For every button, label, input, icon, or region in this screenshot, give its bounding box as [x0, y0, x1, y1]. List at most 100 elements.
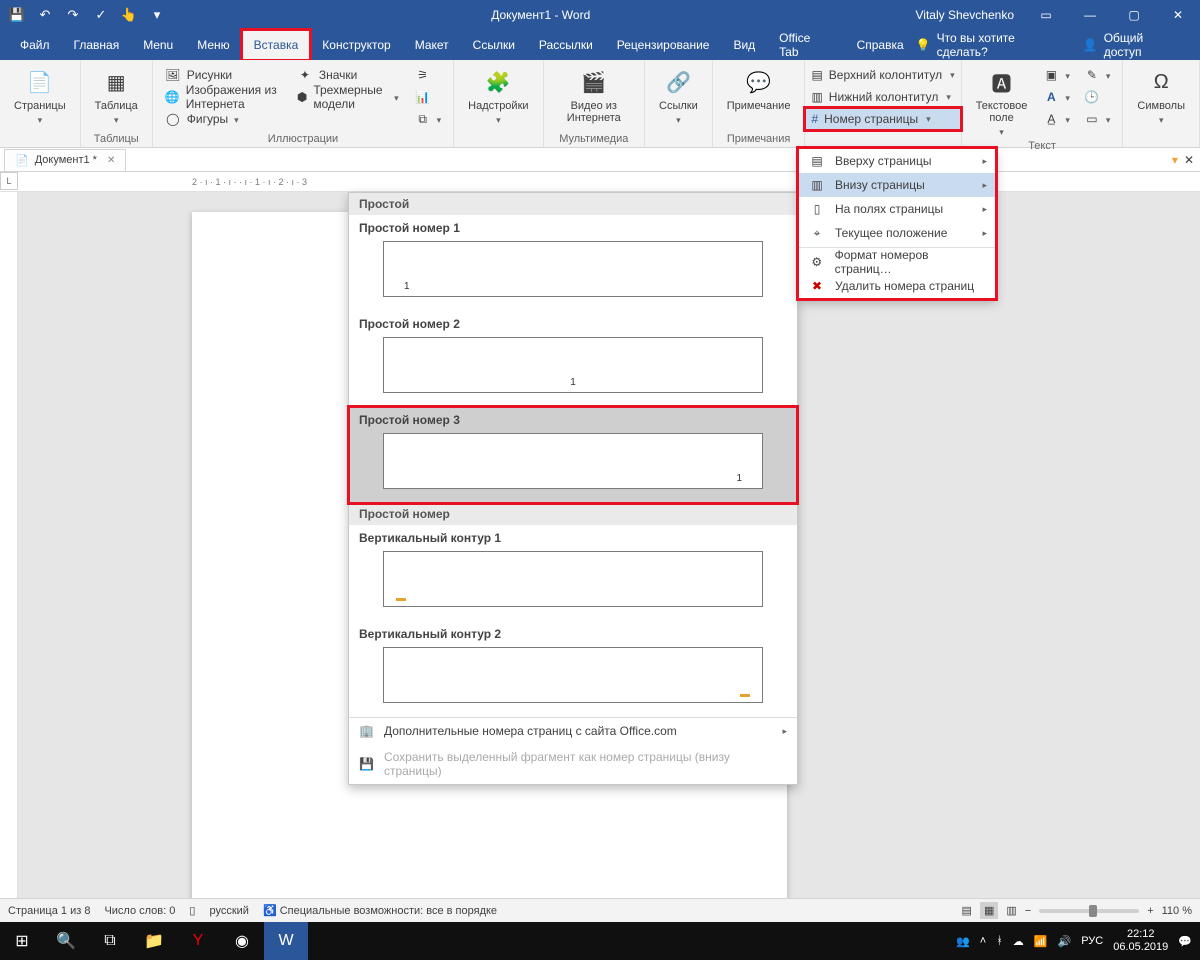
close-tab-icon[interactable]: ✕ — [107, 155, 115, 166]
online-pictures-button[interactable]: 🌐Изображения из Интернета — [161, 86, 285, 108]
3d-models-button[interactable]: ⬢Трехмерные модели — [293, 86, 403, 108]
signature-button[interactable]: ✎ — [1080, 64, 1115, 86]
object-button[interactable]: ▭ — [1080, 108, 1115, 130]
tab-home[interactable]: Главная — [62, 30, 132, 60]
menu-bottom-of-page[interactable]: ▥Внизу страницы▸ — [799, 173, 995, 197]
new-tab-icon[interactable]: ▾ — [1172, 153, 1178, 167]
bluetooth-icon[interactable]: ᚼ — [996, 935, 1003, 947]
ribbon-options-icon[interactable]: ▭ — [1024, 0, 1068, 30]
gallery-item-simple-1[interactable]: Простой номер 1 1 — [349, 215, 797, 311]
tab-menu-en[interactable]: Menu — [131, 30, 185, 60]
touch-mode-icon[interactable]: 👆 — [120, 6, 138, 24]
gallery-item-vertical-1[interactable]: Вертикальный контур 1 ▬ — [349, 525, 797, 621]
gallery-more-office[interactable]: 🏢 Дополнительные номера страниц с сайта … — [349, 718, 797, 744]
tab-mailings[interactable]: Рассылки — [527, 30, 605, 60]
tab-options-icon[interactable]: ✕ — [1184, 153, 1194, 167]
status-words[interactable]: Число слов: 0 — [104, 905, 175, 917]
online-video-button[interactable]: 🎬 Видео из Интернета — [552, 64, 637, 126]
word-icon[interactable]: W — [264, 922, 308, 960]
save-icon[interactable]: 💾 — [8, 6, 26, 24]
document-tab[interactable]: 📄 Документ1 * ✕ — [4, 149, 126, 171]
notifications-icon[interactable]: 💬 — [1178, 935, 1192, 948]
gallery-item-vertical-2[interactable]: Вертикальный контур 2 ▬ — [349, 621, 797, 717]
horizontal-ruler[interactable]: 2 · ı · 1 · ı · · ı · 1 · ı · 2 · ı · 3 — [192, 174, 1200, 190]
ribbon-tabs: Файл Главная Menu Меню Вставка Конструкт… — [0, 30, 1200, 60]
close-icon[interactable]: ✕ — [1156, 0, 1200, 30]
symbols-button[interactable]: Ω Символы — [1131, 64, 1191, 128]
pictures-icon: 🖼 — [165, 67, 181, 83]
tab-help[interactable]: Справка — [845, 30, 916, 60]
wordart-button[interactable]: A — [1039, 86, 1074, 108]
tell-me[interactable]: 💡 Что вы хотите сделать? — [916, 31, 1069, 59]
share-button[interactable]: 👤 Общий доступ — [1083, 31, 1184, 59]
tab-insert[interactable]: Вставка — [242, 30, 311, 60]
zoom-plus-icon[interactable]: + — [1147, 905, 1153, 917]
lang-indicator[interactable]: РУС — [1081, 935, 1103, 947]
gallery-item-4-label: Вертикальный контур 1 — [359, 531, 787, 545]
page-number-button[interactable]: #Номер страницы▾ — [805, 108, 960, 130]
task-view-icon[interactable]: ⧉ — [88, 922, 132, 960]
start-button[interactable]: ⊞ — [0, 922, 44, 960]
tab-officetab[interactable]: Office Tab — [767, 30, 844, 60]
shapes-button[interactable]: ◯Фигуры — [161, 108, 285, 130]
header-button[interactable]: ▤Верхний колонтитул▾ — [805, 64, 960, 86]
tray-up-icon[interactable]: ˄ — [980, 935, 986, 947]
view-read-icon[interactable]: ▤ — [962, 904, 972, 917]
minimize-icon[interactable]: — — [1068, 0, 1112, 30]
yandex-icon[interactable]: Y — [176, 922, 220, 960]
links-icon: 🔗 — [662, 66, 694, 98]
footer-button[interactable]: ▥Нижний колонтитул▾ — [805, 86, 960, 108]
search-icon[interactable]: 🔍 — [44, 922, 88, 960]
zoom-minus-icon[interactable]: − — [1025, 905, 1031, 917]
gallery-item-simple-2[interactable]: Простой номер 2 1 — [349, 311, 797, 407]
maximize-icon[interactable]: ▢ — [1112, 0, 1156, 30]
volume-icon[interactable]: 🔊 — [1058, 935, 1072, 948]
menu-remove-page-numbers[interactable]: ✖Удалить номера страниц — [799, 274, 995, 298]
tab-menu-ru[interactable]: Меню — [185, 30, 241, 60]
quickparts-button[interactable]: ▣ — [1039, 64, 1074, 86]
zoom-slider[interactable] — [1039, 909, 1139, 913]
user-name[interactable]: Vitaly Shevchenko — [915, 8, 1024, 22]
screenshot-button[interactable]: ⧉ — [411, 108, 446, 130]
undo-icon[interactable]: ↶ — [36, 6, 54, 24]
comment-button[interactable]: 💬 Примечание — [721, 64, 797, 114]
textbox-button[interactable]: 🅰 Текстовое поле — [970, 64, 1034, 140]
view-web-icon[interactable]: ▥ — [1006, 904, 1016, 917]
tab-design[interactable]: Конструктор — [310, 30, 402, 60]
tab-layout[interactable]: Макет — [403, 30, 461, 60]
dropcap-button[interactable]: A̲ — [1039, 108, 1074, 130]
qat-more-icon[interactable]: ▾ — [148, 6, 166, 24]
chart-button[interactable]: 📊 — [411, 86, 446, 108]
gallery-item-simple-3[interactable]: Простой номер 3 1 — [349, 407, 797, 503]
menu-current-position[interactable]: ⌖Текущее положение▸ — [799, 221, 995, 245]
tab-file[interactable]: Файл — [8, 30, 62, 60]
status-lang-icon[interactable]: ▯ — [189, 904, 195, 917]
tab-references[interactable]: Ссылки — [461, 30, 527, 60]
chrome-icon[interactable]: ◉ — [220, 922, 264, 960]
status-page[interactable]: Страница 1 из 8 — [8, 905, 90, 917]
status-a11y[interactable]: ♿ Специальные возможности: все в порядке — [263, 904, 497, 917]
onedrive-icon[interactable]: ☁ — [1013, 935, 1024, 948]
redo-icon[interactable]: ↷ — [64, 6, 82, 24]
zoom-level[interactable]: 110 % — [1162, 905, 1192, 917]
menu-format-page-numbers[interactable]: ⚙Формат номеров страниц… — [799, 250, 995, 274]
tab-review[interactable]: Рецензирование — [605, 30, 722, 60]
view-print-icon[interactable]: ▦ — [980, 902, 998, 919]
links-button[interactable]: 🔗 Ссылки — [653, 64, 704, 128]
spellcheck-icon[interactable]: ✓ — [92, 6, 110, 24]
menu-top-of-page[interactable]: ▤Вверху страницы▸ — [799, 149, 995, 173]
vertical-ruler[interactable] — [0, 192, 18, 942]
addins-button[interactable]: 🧩 Надстройки — [462, 64, 534, 128]
table-button[interactable]: ▦ Таблица — [89, 64, 144, 128]
explorer-icon[interactable]: 📁 — [132, 922, 176, 960]
status-language[interactable]: русский — [209, 905, 248, 917]
datetime-button[interactable]: 🕒 — [1080, 86, 1115, 108]
tab-view[interactable]: Вид — [721, 30, 767, 60]
people-icon[interactable]: 👥 — [956, 935, 970, 948]
smartart-button[interactable]: ⚞ — [411, 64, 446, 86]
menu-page-margins[interactable]: ▯На полях страницы▸ — [799, 197, 995, 221]
pages-button[interactable]: 📄 Страницы — [8, 64, 72, 128]
network-icon[interactable]: 📶 — [1034, 935, 1048, 948]
clock[interactable]: 22:12 06.05.2019 — [1113, 928, 1168, 954]
ruler-corner[interactable]: L — [0, 172, 18, 190]
